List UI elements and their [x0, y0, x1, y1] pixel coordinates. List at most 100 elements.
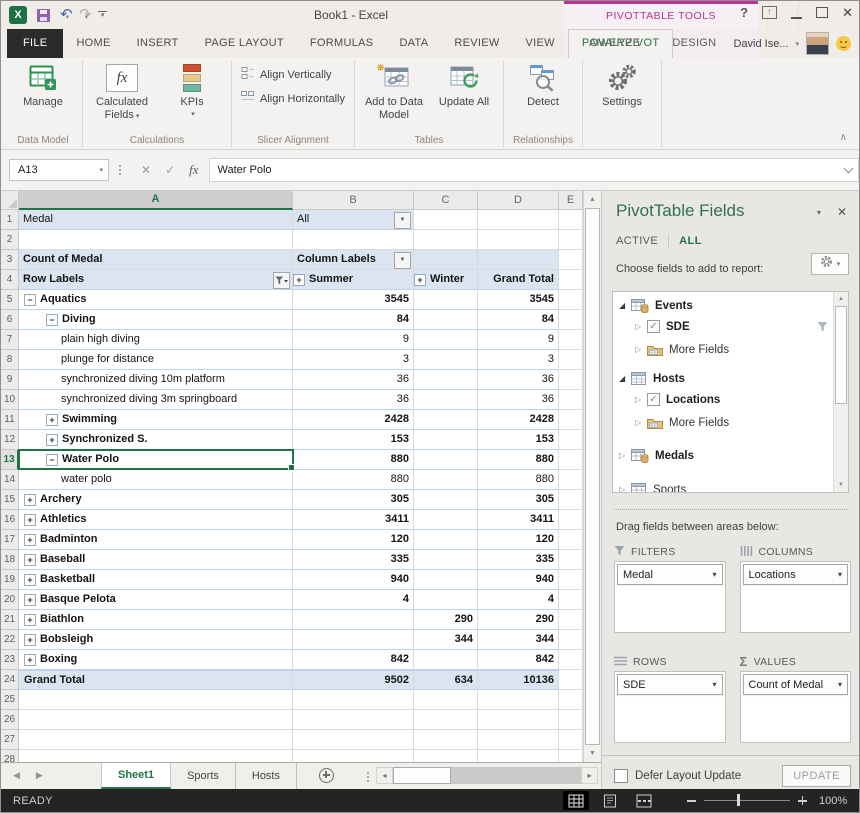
row-header-1[interactable]: 1: [1, 210, 19, 230]
cell-row-label-basketball[interactable]: +Basketball: [19, 570, 293, 590]
cell-row-label-plunge-for-distance[interactable]: plunge for distance: [19, 350, 293, 370]
maximize-button[interactable]: [816, 7, 828, 18]
cell-b3[interactable]: Column Labels▼: [293, 250, 414, 270]
vertical-scrollbar-thumb[interactable]: [585, 208, 600, 745]
cell-row-label-plain-high-diving[interactable]: plain high diving: [19, 330, 293, 350]
horizontal-scrollbar-thumb[interactable]: [393, 767, 451, 784]
expand-triangle-icon[interactable]: ▷: [635, 322, 647, 331]
sheet-tab-sports[interactable]: Sports: [171, 763, 236, 789]
ribbon-button-update-all[interactable]: Update All: [430, 60, 498, 109]
expand-button[interactable]: +: [24, 594, 36, 606]
page-break-preview-button[interactable]: [631, 791, 657, 810]
scroll-left-arrow-icon[interactable]: ◂: [376, 767, 393, 784]
cell-row-label-water-polo[interactable]: water polo: [19, 470, 293, 490]
new-sheet-button[interactable]: [319, 768, 334, 783]
tab-insert[interactable]: INSERT: [124, 29, 192, 58]
scroll-up-arrow-icon[interactable]: ▲: [834, 292, 848, 306]
tools-button[interactable]: ▾: [811, 253, 849, 275]
redo-button[interactable]: ↷▾: [79, 6, 88, 24]
row-header-8[interactable]: 8: [1, 350, 19, 370]
collapse-triangle-icon[interactable]: ◢: [619, 374, 631, 383]
cell-row-label-bobsleigh[interactable]: +Bobsleigh: [19, 630, 293, 650]
name-box[interactable]: A13 ▾: [9, 159, 109, 181]
tab-formulas[interactable]: FORMULAS: [297, 29, 387, 58]
defer-layout-checkbox[interactable]: [614, 769, 628, 783]
pane-options-button[interactable]: ▾: [817, 208, 821, 217]
collapse-ribbon-button[interactable]: ∧: [840, 132, 847, 143]
expand-button[interactable]: +: [24, 574, 36, 586]
cell-row-label-badminton[interactable]: +Badminton: [19, 530, 293, 550]
horizontal-scrollbar-track[interactable]: [451, 767, 581, 784]
field-checkbox[interactable]: ✓: [647, 320, 660, 333]
column-header-c[interactable]: C: [414, 191, 478, 210]
update-button[interactable]: UPDATE: [782, 765, 851, 787]
ribbon-button-add-to-data-model[interactable]: Add to Data Model: [360, 60, 428, 122]
zoom-level[interactable]: 100%: [819, 795, 847, 807]
row-header-22[interactable]: 22: [1, 630, 19, 650]
expand-button[interactable]: +: [24, 514, 36, 526]
report-filter-dropdown-button[interactable]: ▼: [394, 212, 411, 229]
previous-sheet-button[interactable]: ◀: [13, 770, 20, 781]
vertical-scrollbar[interactable]: ▲ ▼: [583, 191, 601, 762]
save-button[interactable]: [37, 9, 50, 22]
expand-triangle-icon[interactable]: ▷: [635, 345, 647, 354]
field-item-more-fields[interactable]: ▷More Fields: [613, 412, 832, 433]
column-labels-dropdown-button[interactable]: ▼: [394, 252, 411, 269]
field-item-more-fields[interactable]: ▷More Fields: [613, 339, 832, 360]
cell-row-label-basque-pelota[interactable]: +Basque Pelota: [19, 590, 293, 610]
tab-all[interactable]: ALL: [679, 235, 702, 247]
area-box-filters[interactable]: Medal▾: [614, 561, 726, 633]
row-labels-filter-button[interactable]: [273, 272, 290, 289]
formula-input[interactable]: Water Polo: [209, 158, 838, 182]
row-header-21[interactable]: 21: [1, 610, 19, 630]
row-header-9[interactable]: 9: [1, 370, 19, 390]
row-header-5[interactable]: 5: [1, 290, 19, 310]
area-box-rows[interactable]: SDE▾: [614, 671, 726, 743]
field-chip-medal[interactable]: Medal▾: [617, 564, 723, 585]
scroll-up-arrow-icon[interactable]: ▲: [584, 191, 601, 208]
field-chip-sde[interactable]: SDE▾: [617, 674, 723, 695]
row-header-14[interactable]: 14: [1, 470, 19, 490]
cell-row-label-archery[interactable]: +Archery: [19, 490, 293, 510]
cell-row-label-synchronized-diving-10m-platform[interactable]: synchronized diving 10m platform: [19, 370, 293, 390]
avatar[interactable]: [806, 32, 829, 55]
row-header-17[interactable]: 17: [1, 530, 19, 550]
tab-home[interactable]: HOME: [63, 29, 123, 58]
expand-button[interactable]: +: [24, 614, 36, 626]
tab-design[interactable]: DESIGN: [659, 29, 729, 58]
collapse-button[interactable]: −: [24, 294, 36, 306]
close-button[interactable]: ✕: [842, 6, 853, 19]
customize-qat-button[interactable]: ▾: [98, 11, 107, 19]
zoom-slider[interactable]: [704, 800, 790, 802]
zoom-out-button[interactable]: [687, 800, 696, 802]
cell-a4[interactable]: Row Labels: [19, 270, 293, 290]
ribbon-button-align-vertically[interactable]: Align Vertically: [237, 64, 336, 85]
help-button[interactable]: ?: [740, 5, 748, 20]
ribbon-display-options-button[interactable]: ↑: [762, 6, 777, 19]
collapse-button[interactable]: −: [46, 454, 58, 466]
row-header-23[interactable]: 23: [1, 650, 19, 670]
row-header-10[interactable]: 10: [1, 390, 19, 410]
expand-button[interactable]: +: [24, 654, 36, 666]
enter-button[interactable]: ✓: [165, 163, 175, 177]
next-sheet-button[interactable]: ▶: [36, 770, 43, 781]
row-header-2[interactable]: 2: [1, 230, 19, 250]
field-chip-count-of-medal[interactable]: Count of Medal▾: [743, 674, 849, 695]
row-header-20[interactable]: 20: [1, 590, 19, 610]
scroll-down-arrow-icon[interactable]: ▼: [834, 478, 848, 492]
undo-button[interactable]: ↶▾: [60, 6, 69, 24]
cell-row-label-boxing[interactable]: +Boxing: [19, 650, 293, 670]
field-chip-locations[interactable]: Locations▾: [743, 564, 849, 585]
tab-review[interactable]: REVIEW: [441, 29, 512, 58]
scroll-right-arrow-icon[interactable]: ▸: [581, 767, 598, 784]
row-header-26[interactable]: 26: [1, 710, 19, 730]
row-header-7[interactable]: 7: [1, 330, 19, 350]
sheet-tab-sheet1[interactable]: Sheet1: [101, 763, 171, 789]
scroll-down-arrow-icon[interactable]: ▼: [584, 745, 601, 762]
cell-row-label-swimming[interactable]: +Swimming: [19, 410, 293, 430]
zoom-slider-thumb[interactable]: [737, 794, 740, 806]
expand-button[interactable]: +: [46, 414, 58, 426]
area-box-columns[interactable]: Locations▾: [740, 561, 852, 633]
ribbon-button-calculated-fields[interactable]: fxCalculated Fields▾: [88, 60, 156, 123]
cell-b1[interactable]: All▼: [293, 210, 414, 230]
